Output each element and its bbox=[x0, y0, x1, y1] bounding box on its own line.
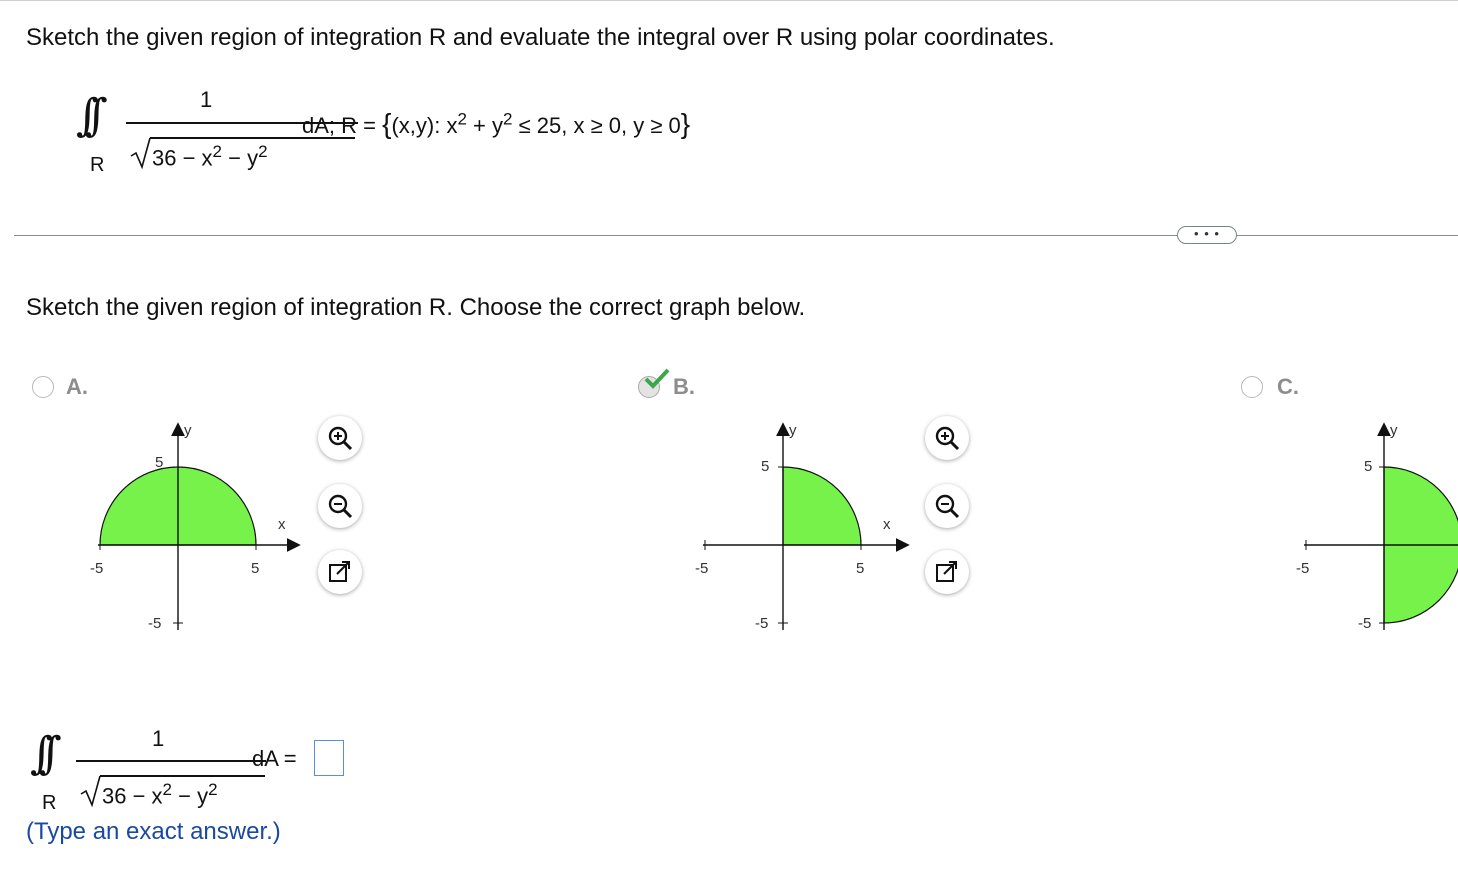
tick-x-neg-c: -5 bbox=[1296, 560, 1309, 577]
zoom-in-icon bbox=[328, 426, 353, 451]
sub-question: Sketch the given region of integration R… bbox=[26, 294, 806, 321]
top-divider bbox=[0, 0, 1458, 1]
double-integral-symbol: ∫∫ bbox=[76, 90, 108, 141]
tick-x-neg-b: -5 bbox=[695, 560, 708, 577]
answer-sqrt-symbol bbox=[80, 775, 101, 808]
option-c-radio[interactable] bbox=[1241, 376, 1263, 398]
fraction-numerator: 1 bbox=[200, 87, 213, 112]
tick-x-pos-b: 5 bbox=[856, 560, 864, 577]
y-label-c: y bbox=[1390, 422, 1398, 439]
answer-denominator: 36 − x2 − y2 bbox=[102, 780, 218, 809]
y-label-a: y bbox=[184, 422, 192, 439]
region-subscript: R bbox=[90, 154, 105, 176]
tick-y-pos-c: 5 bbox=[1364, 458, 1372, 475]
zoom-out-button-a[interactable] bbox=[318, 484, 362, 528]
option-a-label[interactable]: A. bbox=[66, 374, 88, 400]
graph-option-b: y x 5 -5 5 -5 bbox=[695, 422, 910, 632]
denominator-radicand: 36 − x2 − y2 bbox=[152, 142, 268, 171]
question-prompt: Sketch the given region of integration R… bbox=[26, 24, 1055, 51]
zoom-in-icon bbox=[935, 426, 960, 451]
tick-x-pos-a: 5 bbox=[251, 560, 259, 577]
integral-expression: ∫∫ R 1 36 − x2 − y2 dA; R = {(x,y): x2 +… bbox=[70, 80, 790, 180]
y-label-b: y bbox=[789, 422, 797, 439]
answer-input[interactable] bbox=[314, 740, 344, 776]
open-window-button-b[interactable] bbox=[925, 550, 969, 594]
option-c-label[interactable]: C. bbox=[1277, 374, 1299, 400]
double-integral-symbol: ∫∫ bbox=[30, 728, 62, 779]
tick-y-neg-c: -5 bbox=[1358, 615, 1371, 632]
zoom-out-icon bbox=[935, 494, 960, 519]
zoom-in-button-a[interactable] bbox=[318, 416, 362, 460]
graph-option-a: y x 5 -5 5 -5 bbox=[90, 422, 301, 632]
tick-y-pos-a: 5 bbox=[155, 454, 163, 471]
answer-region-subscript: R bbox=[42, 792, 57, 814]
tick-y-neg-b: -5 bbox=[755, 615, 768, 632]
graph-option-c: y 5 -5 -5 bbox=[1296, 422, 1458, 632]
zoom-out-icon bbox=[328, 494, 353, 519]
more-options-button[interactable]: • • • bbox=[1177, 226, 1237, 244]
answer-fraction-bar bbox=[76, 760, 266, 762]
external-link-icon bbox=[936, 561, 957, 582]
tick-y-neg-a: -5 bbox=[148, 615, 161, 632]
zoom-out-button-b[interactable] bbox=[925, 484, 969, 528]
option-b-label[interactable]: B. bbox=[673, 374, 695, 400]
option-a-radio[interactable] bbox=[32, 376, 54, 398]
region-definition: dA; R = {(x,y): x2 + y2 ≤ 25, x ≥ 0, y ≥… bbox=[302, 108, 691, 139]
tick-y-pos-b: 5 bbox=[761, 458, 769, 475]
section-divider bbox=[14, 235, 1458, 236]
x-label-b: x bbox=[883, 516, 891, 533]
region-b bbox=[782, 466, 862, 546]
checkmark-icon bbox=[644, 368, 670, 389]
tick-x-neg-a: -5 bbox=[90, 560, 103, 577]
answer-numerator: 1 bbox=[152, 726, 165, 751]
external-link-icon bbox=[329, 561, 350, 582]
open-window-button-a[interactable] bbox=[318, 550, 362, 594]
sqrt-symbol bbox=[130, 137, 151, 170]
answer-hint: (Type an exact answer.) bbox=[26, 818, 281, 845]
zoom-in-button-b[interactable] bbox=[925, 416, 969, 460]
answer-sqrt-bar bbox=[100, 775, 265, 777]
x-label-a: x bbox=[278, 516, 286, 533]
answer-suffix: dA = bbox=[252, 746, 297, 771]
